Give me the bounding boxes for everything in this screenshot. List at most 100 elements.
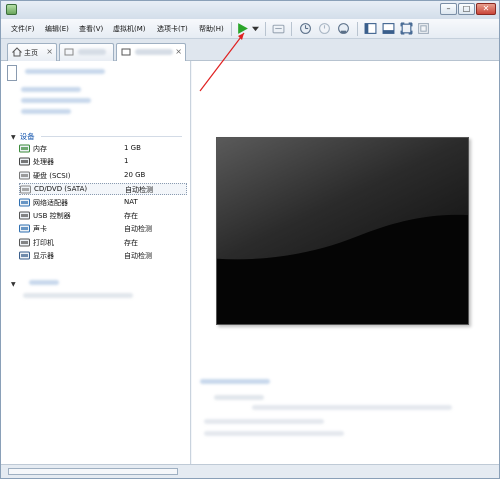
screen-gloss-graphic — [217, 138, 468, 324]
section-divider — [41, 136, 182, 137]
device-row[interactable]: 声卡 自动检测 — [19, 223, 187, 235]
vm-preview-panel — [192, 61, 499, 464]
network-adapter-icon — [19, 198, 30, 207]
send-keys-icon — [272, 24, 285, 34]
memory-icon — [19, 144, 30, 153]
vmware-window: – □ ✕ 文件(F) 编辑(E) 查看(V) 虚拟机(M) 选项卡(T) 帮助… — [0, 0, 500, 479]
device-row[interactable]: 网络适配器 NAT — [19, 197, 187, 209]
menu-tabs[interactable]: 选项卡(T) — [157, 24, 188, 34]
fit-window-button[interactable] — [416, 21, 431, 36]
revert-snapshot-icon — [319, 23, 330, 34]
menu-file[interactable]: 文件(F) — [11, 24, 35, 34]
status-progress-bar — [8, 468, 178, 475]
toolbar-separator — [265, 22, 266, 36]
app-icon — [6, 4, 17, 15]
redacted-detail — [252, 405, 452, 410]
snapshot-icon — [300, 23, 311, 34]
menu-view[interactable]: 查看(V) — [79, 24, 103, 34]
console-view-icon — [364, 23, 377, 34]
device-row[interactable]: 处理器 1 — [19, 156, 187, 168]
vm-details-panel: ▼ 设备 内存 1 GB 处理器 1 硬盘 (SCSI) 20 GB CD/DVD (SATA… — [1, 61, 191, 464]
fit-window-icon — [418, 23, 429, 34]
description-section-header[interactable]: ▼ — [11, 279, 20, 288]
device-row[interactable]: CD/DVD (SATA) 自动检测 — [19, 183, 187, 196]
device-value: 1 — [124, 157, 129, 166]
device-value: 20 GB — [124, 170, 146, 179]
unity-icon — [400, 22, 413, 35]
menu-vm[interactable]: 虚拟机(M) — [113, 24, 146, 34]
full-screen-button[interactable] — [381, 21, 396, 36]
device-value: 1 GB — [124, 144, 141, 152]
hard-disk-icon — [19, 171, 30, 180]
menu-edit[interactable]: 编辑(E) — [45, 24, 69, 34]
device-row[interactable]: USB 控制器 存在 — [19, 210, 187, 222]
device-name: USB 控制器 — [33, 212, 71, 220]
tab-home-label: 主页 — [24, 49, 38, 57]
device-value: 存在 — [124, 238, 138, 247]
title-bar: – □ ✕ — [1, 1, 499, 19]
device-name: 声卡 — [33, 225, 47, 234]
device-row[interactable]: 显示器 自动检测 — [19, 250, 187, 262]
vm-thumbnail — [7, 65, 17, 81]
device-name: 内存 — [33, 145, 47, 153]
device-value: NAT — [124, 197, 138, 206]
device-name: 网络适配器 — [33, 198, 68, 207]
unity-button[interactable] — [399, 21, 414, 36]
devices-section-header[interactable]: ▼ 设备 — [11, 131, 35, 142]
redacted-vm-details-title — [200, 379, 270, 384]
vm-icon — [64, 48, 74, 56]
minimize-button[interactable]: – — [440, 3, 457, 15]
snapshot-button[interactable] — [298, 21, 313, 36]
collapse-triangle-icon[interactable]: ▼ — [11, 134, 16, 141]
close-icon[interactable]: × — [175, 47, 182, 56]
device-name: 打印机 — [33, 238, 54, 247]
home-icon — [12, 47, 22, 57]
redacted-detail — [204, 419, 324, 424]
send-keys-button[interactable] — [271, 21, 286, 36]
device-value: 自动检测 — [124, 252, 152, 261]
device-name: 硬盘 (SCSI) — [33, 171, 71, 180]
sound-card-icon — [19, 224, 30, 233]
redacted-detail — [214, 395, 264, 400]
toolbar-separator — [357, 22, 358, 36]
device-value: 自动检测 — [125, 186, 153, 195]
tab-vm-1[interactable] — [59, 43, 114, 61]
redacted-section-title — [29, 280, 59, 285]
display-icon — [19, 251, 30, 260]
status-bar — [1, 464, 499, 478]
vm-screen-preview[interactable] — [216, 137, 469, 325]
vm-icon — [121, 48, 131, 56]
revert-snapshot-button[interactable] — [317, 21, 332, 36]
device-value: 自动检测 — [124, 225, 152, 234]
collapse-triangle-icon[interactable]: ▼ — [11, 281, 16, 288]
printer-icon — [19, 238, 30, 247]
snapshot-manager-button[interactable] — [336, 21, 351, 36]
redacted-tab-label — [78, 49, 106, 55]
device-value: 存在 — [124, 212, 138, 220]
maximize-button[interactable]: □ — [458, 3, 475, 15]
redacted-action-link[interactable] — [21, 98, 91, 103]
full-screen-icon — [382, 23, 395, 34]
cd-dvd-icon — [20, 185, 31, 194]
redacted-detail — [204, 431, 344, 436]
processor-icon — [19, 157, 30, 166]
redacted-description — [23, 293, 133, 298]
close-button[interactable]: ✕ — [476, 3, 496, 15]
toolbar-separator — [291, 22, 292, 36]
console-view-button[interactable] — [363, 21, 378, 36]
tab-vm-active[interactable]: × — [116, 43, 186, 61]
redacted-tab-label — [135, 49, 173, 55]
device-name: 显示器 — [33, 252, 54, 261]
usb-icon — [19, 211, 30, 220]
snapshot-manager-icon — [338, 23, 349, 34]
redacted-action-link[interactable] — [21, 109, 71, 114]
device-row[interactable]: 打印机 存在 — [19, 237, 187, 249]
annotation-arrow — [199, 32, 245, 92]
redacted-action-link[interactable] — [21, 87, 81, 92]
close-icon[interactable]: × — [46, 47, 53, 56]
device-name: CD/DVD (SATA) — [34, 185, 88, 194]
redacted-vm-name — [25, 69, 105, 74]
device-row[interactable]: 硬盘 (SCSI) 20 GB — [19, 170, 187, 182]
device-row[interactable]: 内存 1 GB — [19, 143, 187, 155]
tab-home[interactable]: 主页 × — [7, 43, 57, 61]
